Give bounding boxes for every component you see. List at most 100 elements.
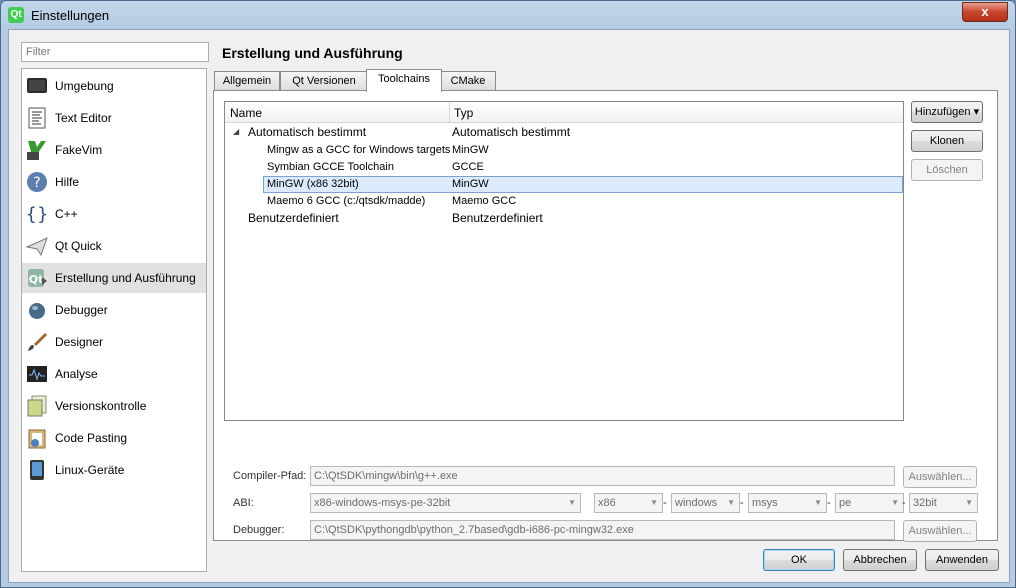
category-hilfe[interactable]: ? Hilfe (22, 167, 206, 197)
group-type: Automatisch bestimmt (452, 125, 571, 139)
category-label: Analyse (55, 367, 98, 381)
category-qt-quick[interactable]: Qt Quick (22, 231, 206, 261)
abi-format-select[interactable]: pe ▼ (835, 493, 904, 513)
chevron-down-icon: ▼ (727, 498, 735, 507)
tree-group-auto[interactable]: ◢ Automatisch bestimmt Automatisch besti… (225, 124, 903, 141)
device-icon (30, 460, 44, 480)
category-list: Umgebung Text Editor FakeVim ? Hilfe {} … (21, 68, 207, 572)
settings-window: Qt Einstellungen x Umgebung Text Editor … (0, 0, 1016, 588)
abi-value: x86-windows-msys-pe-32bit (314, 497, 451, 509)
debugger-label: Debugger: (233, 524, 285, 536)
category-fakevim[interactable]: FakeVim (22, 135, 206, 165)
category-erstellung[interactable]: Qt Erstellung und Ausführung (22, 263, 206, 293)
paper-plane-icon (26, 237, 48, 257)
svg-text:?: ? (33, 175, 40, 191)
abi-separator: - (827, 497, 831, 509)
tab-toolchains[interactable]: Toolchains (366, 69, 442, 92)
toolchain-type: Maemo GCC (452, 195, 517, 207)
qt-build-icon: Qt (28, 269, 47, 287)
oscilloscope-icon (27, 366, 47, 382)
column-header-type[interactable]: Typ (454, 106, 473, 120)
abi-select[interactable]: x86-windows-msys-pe-32bit ▼ (310, 493, 581, 513)
browse-compiler-button[interactable]: Auswählen... (903, 466, 977, 488)
category-label: Umgebung (55, 79, 114, 93)
abi-width-select[interactable]: 32bit ▼ (909, 493, 978, 513)
category-designer[interactable]: Designer (22, 327, 206, 357)
tab-cmake[interactable]: CMake (440, 71, 496, 91)
toolchains-panel: Name Typ ◢ Automatisch bestimmt Automati… (213, 90, 998, 542)
category-label: Text Editor (55, 111, 112, 125)
chevron-down-icon: ▼ (650, 498, 658, 507)
category-label: C++ (55, 207, 78, 221)
bug-icon (29, 303, 45, 319)
table-row-selected[interactable]: MinGW (x86 32bit) MinGW (263, 176, 903, 193)
apply-button[interactable]: Anwenden (925, 549, 999, 571)
tree-header: Name Typ (225, 102, 903, 123)
tree-group-user[interactable]: Benutzerdefiniert Benutzerdefiniert (225, 210, 903, 227)
category-code-pasting[interactable]: Code Pasting (22, 423, 206, 453)
page-title: Erstellung und Ausführung (222, 45, 403, 61)
chevron-down-icon: ▼ (965, 498, 973, 507)
category-label: Linux-Geräte (55, 463, 125, 477)
table-row[interactable]: Mingw as a GCC for Windows targets MinGW (225, 142, 903, 159)
abi-label: ABI: (233, 497, 254, 509)
add-toolchain-button[interactable]: Hinzufügen ▾ (911, 101, 983, 123)
category-linux-geraete[interactable]: Linux-Geräte (22, 455, 206, 485)
toolchain-name: Mingw as a GCC for Windows targets (267, 144, 451, 156)
category-cpp[interactable]: {} C++ (22, 199, 206, 229)
window-title: Einstellungen (31, 8, 110, 23)
abi-format-value: pe (839, 497, 852, 509)
category-umgebung[interactable]: Umgebung (22, 71, 206, 101)
tab-qt-versionen[interactable]: Qt Versionen (280, 71, 368, 91)
category-versionskontrolle[interactable]: Versionskontrolle (22, 391, 206, 421)
toolchain-tree[interactable]: Name Typ ◢ Automatisch bestimmt Automati… (224, 101, 904, 421)
document-stack-icon (27, 395, 47, 417)
toolchain-type: MinGW (452, 178, 489, 190)
text-document-icon (28, 107, 46, 129)
abi-separator: - (740, 497, 744, 509)
category-analyse[interactable]: Analyse (22, 359, 206, 389)
toolchain-type: MinGW (452, 144, 489, 156)
clone-toolchain-button[interactable]: Klonen (911, 130, 983, 152)
abi-arch-select[interactable]: x86 ▼ (594, 493, 663, 513)
column-divider[interactable] (449, 102, 450, 122)
chevron-down-icon: ▼ (814, 498, 822, 507)
add-button-label: Hinzufügen (914, 106, 971, 118)
category-debugger[interactable]: Debugger (22, 295, 206, 325)
abi-os-select[interactable]: windows ▼ (671, 493, 740, 513)
brush-icon (28, 333, 47, 351)
abi-width-value: 32bit (913, 497, 937, 509)
fakevim-icon (27, 141, 46, 160)
table-row[interactable]: Maemo 6 GCC (c:/qtsdk/madde) Maemo GCC (225, 193, 903, 210)
category-label: Debugger (55, 303, 108, 317)
ok-button[interactable]: OK (763, 549, 835, 571)
help-icon: ? (27, 172, 47, 192)
browse-debugger-button[interactable]: Auswählen... (903, 520, 977, 542)
toolchain-name: MinGW (x86 32bit) (267, 178, 359, 190)
category-text-editor[interactable]: Text Editor (22, 103, 206, 133)
abi-flavor-select[interactable]: msys ▼ (748, 493, 827, 513)
qt-app-icon: Qt (8, 7, 24, 23)
svg-text:{}: {} (26, 204, 48, 225)
table-row[interactable]: Symbian GCCE Toolchain GCCE (225, 159, 903, 176)
group-type: Benutzerdefiniert (452, 211, 543, 225)
abi-separator: - (663, 497, 667, 509)
close-window-button[interactable]: x (962, 2, 1008, 22)
monitor-icon (27, 78, 47, 93)
category-label: FakeVim (55, 143, 103, 157)
braces-icon: {} (26, 204, 48, 225)
remove-toolchain-button[interactable]: Löschen (911, 159, 983, 181)
category-label: Code Pasting (55, 431, 128, 445)
abi-os-value: windows (675, 497, 718, 509)
filter-input[interactable] (21, 42, 209, 62)
tab-allgemein[interactable]: Allgemein (214, 71, 280, 91)
category-label: Hilfe (55, 175, 80, 189)
toolchain-type: GCCE (452, 161, 484, 173)
compiler-path-field[interactable]: C:\QtSDK\mingw\bin\g++.exe (310, 466, 895, 486)
cancel-button[interactable]: Abbrechen (843, 549, 917, 571)
debugger-path-field[interactable]: C:\QtSDK\pythongdb\python_2.7based\gdb-i… (310, 520, 895, 540)
expand-arrow-icon[interactable]: ◢ (233, 127, 239, 136)
group-name: Benutzerdefiniert (248, 211, 339, 225)
title-bar[interactable]: Qt Einstellungen x (1, 1, 1015, 29)
column-header-name[interactable]: Name (230, 106, 262, 120)
